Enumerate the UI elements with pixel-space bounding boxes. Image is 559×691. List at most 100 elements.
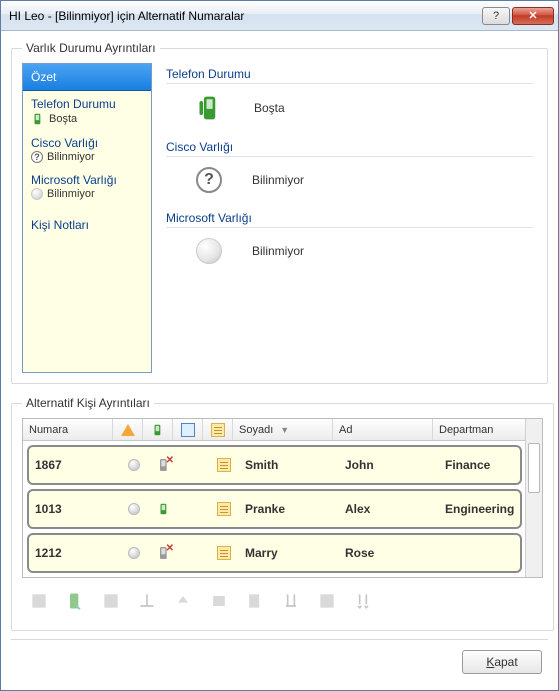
cell-firstname: Alex	[339, 491, 439, 527]
table-header-row: Numara Soyadı▼ Ad Departman	[23, 419, 542, 441]
window-title: HI Leo - [Bilinmiyor] için Alternatif Nu…	[9, 9, 480, 23]
titlebar: HI Leo - [Bilinmiyor] için Alternatif Nu…	[1, 1, 558, 31]
toolbar-btn-3[interactable]	[98, 588, 124, 614]
toolbar-btn-9[interactable]	[314, 588, 340, 614]
alternates-table: Numara Soyadı▼ Ad Departman 1867	[22, 418, 543, 578]
section-title-ms: Microsoft Varlığı	[166, 207, 533, 228]
phone-icon	[151, 423, 165, 437]
scrollbar[interactable]	[525, 419, 542, 577]
presence-dot-icon	[128, 503, 140, 515]
cell-presence	[119, 447, 149, 483]
cell-department: Engineering	[439, 491, 520, 527]
cell-lastname: Pranke	[239, 491, 339, 527]
sidebar-item-label: Özet	[31, 70, 56, 84]
sidebar-item-label: Telefon Durumu	[31, 97, 116, 111]
section-value-phone: Boşta	[254, 101, 285, 115]
col-header-calendar[interactable]	[173, 419, 203, 440]
cell-department	[439, 535, 520, 571]
sidebar-item-microsoft[interactable]: Microsoft Varlığı	[23, 167, 151, 187]
phone-icon	[157, 502, 171, 516]
phone-icon	[31, 112, 45, 126]
table-row[interactable]: 1013 Pranke Alex Engineering	[27, 489, 522, 529]
presence-dot-icon	[128, 459, 140, 471]
col-header-phone[interactable]	[143, 419, 173, 440]
question-icon: ?	[196, 167, 222, 193]
alternates-group-title: Alternatif Kişi Ayrıntıları	[22, 396, 154, 410]
presence-group: Varlık Durumu Ayrıntıları Özet Telefon D…	[11, 41, 548, 384]
sphere-icon	[31, 188, 43, 200]
toolbar-btn-7[interactable]	[242, 588, 268, 614]
cell-department: Finance	[439, 447, 520, 483]
close-button[interactable]: Kapat	[462, 650, 542, 674]
calendar-icon	[181, 423, 195, 437]
cell-presence	[119, 535, 149, 571]
sidebar-sub-label: Bilinmiyor	[47, 188, 95, 200]
cell-phone: ✕	[149, 535, 179, 571]
sidebar-sub-label: Boşta	[49, 113, 77, 125]
question-icon: ?	[31, 151, 43, 163]
sidebar-sub-label: Bilinmiyor	[47, 151, 95, 163]
sidebar-sub-phone: Boşta	[23, 111, 151, 130]
cell-number: 1013	[29, 491, 119, 527]
toolbar-btn-5[interactable]	[170, 588, 196, 614]
toolbar-btn-8[interactable]	[278, 588, 304, 614]
toolbar	[22, 578, 543, 618]
cell-lastname: Smith	[239, 447, 339, 483]
phone-unavailable-icon: ✕	[156, 457, 172, 473]
sphere-icon	[196, 238, 222, 264]
section-title-cisco: Cisco Varlığı	[166, 136, 533, 157]
table-row[interactable]: 1867 ✕ Smith John Finance	[27, 445, 522, 485]
toolbar-btn-10[interactable]	[350, 588, 376, 614]
cell-presence	[119, 491, 149, 527]
sidebar-item-label: Cisco Varlığı	[31, 136, 98, 150]
cell-notes	[209, 491, 239, 527]
note-icon	[217, 458, 231, 472]
help-button[interactable]: ?	[482, 7, 510, 25]
cell-phone: ✕	[149, 447, 179, 483]
note-icon	[217, 502, 231, 516]
cell-phone	[149, 491, 179, 527]
sidebar-sub-microsoft: Bilinmiyor	[23, 187, 151, 204]
col-header-number[interactable]: Numara	[23, 419, 113, 440]
cell-firstname: Rose	[339, 535, 439, 571]
sidebar-item-summary[interactable]: Özet	[23, 64, 151, 91]
toolbar-btn-4[interactable]	[134, 588, 160, 614]
scrollbar-thumb[interactable]	[528, 443, 540, 493]
col-header-notes[interactable]	[203, 419, 233, 440]
presence-sidebar: Özet Telefon Durumu Boşta Cisco Varlığı	[22, 63, 152, 373]
sidebar-item-phone[interactable]: Telefon Durumu	[23, 91, 151, 111]
cell-notes	[209, 447, 239, 483]
toolbar-btn-2[interactable]	[62, 588, 88, 614]
phone-unavailable-icon: ✕	[156, 545, 172, 561]
cell-calendar	[179, 447, 209, 483]
sidebar-item-label: Microsoft Varlığı	[31, 173, 117, 187]
presence-group-title: Varlık Durumu Ayrıntıları	[22, 41, 160, 55]
close-window-button[interactable]: ✕	[512, 7, 554, 25]
cell-notes	[209, 535, 239, 571]
sidebar-item-label: Kişi Notları	[31, 218, 89, 232]
note-icon	[217, 546, 231, 560]
cell-number: 1867	[29, 447, 119, 483]
cell-lastname: Marry	[239, 535, 339, 571]
presence-dot-icon	[128, 547, 140, 559]
sidebar-sub-cisco: ? Bilinmiyor	[23, 150, 151, 167]
warning-icon	[121, 424, 135, 436]
toolbar-btn-6[interactable]	[206, 588, 232, 614]
section-title-phone: Telefon Durumu	[166, 63, 533, 84]
sidebar-item-cisco[interactable]: Cisco Varlığı	[23, 130, 151, 150]
toolbar-btn-1[interactable]	[26, 588, 52, 614]
col-header-warning[interactable]	[113, 419, 143, 440]
sidebar-item-notes[interactable]: Kişi Notları	[23, 212, 151, 232]
content-area: Varlık Durumu Ayrıntıları Özet Telefon D…	[1, 31, 558, 690]
cell-calendar	[179, 535, 209, 571]
cell-calendar	[179, 491, 209, 527]
phone-icon	[196, 94, 224, 122]
col-header-firstname[interactable]: Ad	[333, 419, 433, 440]
presence-detail: Telefon Durumu Boşta Cisco Varlığı ? Bil…	[162, 63, 537, 373]
note-icon	[211, 423, 225, 437]
table-row[interactable]: 1212 ✕ Marry Rose	[27, 533, 522, 573]
cell-firstname: John	[339, 447, 439, 483]
col-header-lastname[interactable]: Soyadı▼	[233, 419, 333, 440]
section-value-cisco: Bilinmiyor	[252, 173, 304, 187]
dialog-window: HI Leo - [Bilinmiyor] için Alternatif Nu…	[0, 0, 559, 691]
